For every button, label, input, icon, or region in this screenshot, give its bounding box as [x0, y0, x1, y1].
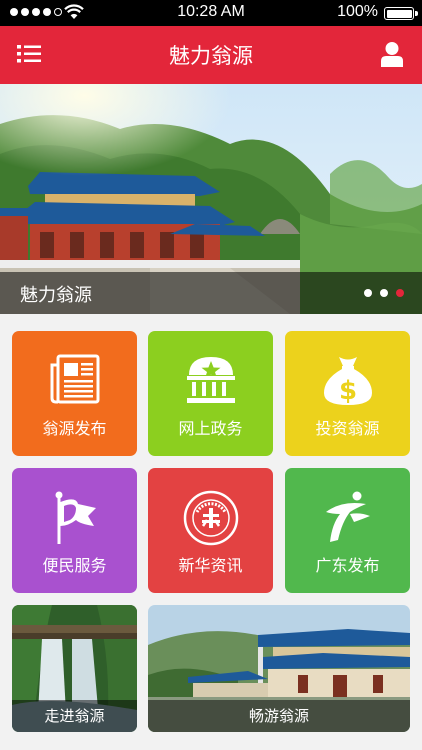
money-bag-icon: $	[323, 357, 372, 406]
tile-label: 投资翁源	[315, 419, 380, 438]
tile-label: 网上政务	[178, 419, 243, 438]
tile-online-government[interactable]: 网上政务	[148, 331, 273, 456]
tile-guangdong-release[interactable]: 广东发布	[285, 468, 410, 593]
carousel-dot-active[interactable]	[396, 289, 404, 297]
battery-icon	[384, 7, 418, 20]
carousel-dot[interactable]	[380, 289, 388, 297]
banner-title: 魅力翁源	[20, 285, 92, 306]
tile-label: 便民服务	[42, 556, 107, 575]
page-title: 魅力翁源	[169, 44, 253, 68]
newspaper-icon	[50, 354, 99, 404]
tile-convenience-services[interactable]: 便民服务	[12, 468, 137, 593]
xinhua-seal-icon	[183, 490, 238, 546]
guangdong-logo-icon	[325, 491, 370, 542]
tile-xinhua-news[interactable]: 新华资讯	[148, 468, 273, 593]
photo-tile-visit-wengyuan[interactable]: 走进翁源	[12, 605, 137, 732]
carousel-dot[interactable]	[364, 289, 372, 297]
app-header: 魅力翁源	[0, 26, 422, 84]
photo-caption: 走进翁源	[12, 700, 137, 732]
banner-caption-bar: 魅力翁源	[0, 272, 422, 314]
battery-percentage: 100%	[337, 3, 378, 20]
tile-invest-wengyuan[interactable]: $ 投资翁源	[285, 331, 410, 456]
tile-label: 新华资讯	[178, 556, 243, 575]
status-bar: 10:28 AM 100%	[0, 0, 422, 26]
svg-text:$: $	[338, 376, 356, 406]
tile-label: 翁源发布	[42, 419, 107, 438]
flag-icon	[55, 491, 96, 544]
carousel-indicator	[364, 289, 404, 297]
banner-carousel[interactable]: 魅力翁源	[0, 84, 422, 314]
user-icon[interactable]	[380, 41, 404, 67]
tile-label: 广东发布	[315, 556, 380, 575]
photo-caption: 畅游翁源	[148, 700, 410, 732]
tile-wengyuan-release[interactable]: 翁源发布	[12, 331, 137, 456]
government-building-icon	[186, 357, 235, 403]
photo-tile-tour-wengyuan[interactable]: 畅游翁源	[148, 605, 410, 732]
